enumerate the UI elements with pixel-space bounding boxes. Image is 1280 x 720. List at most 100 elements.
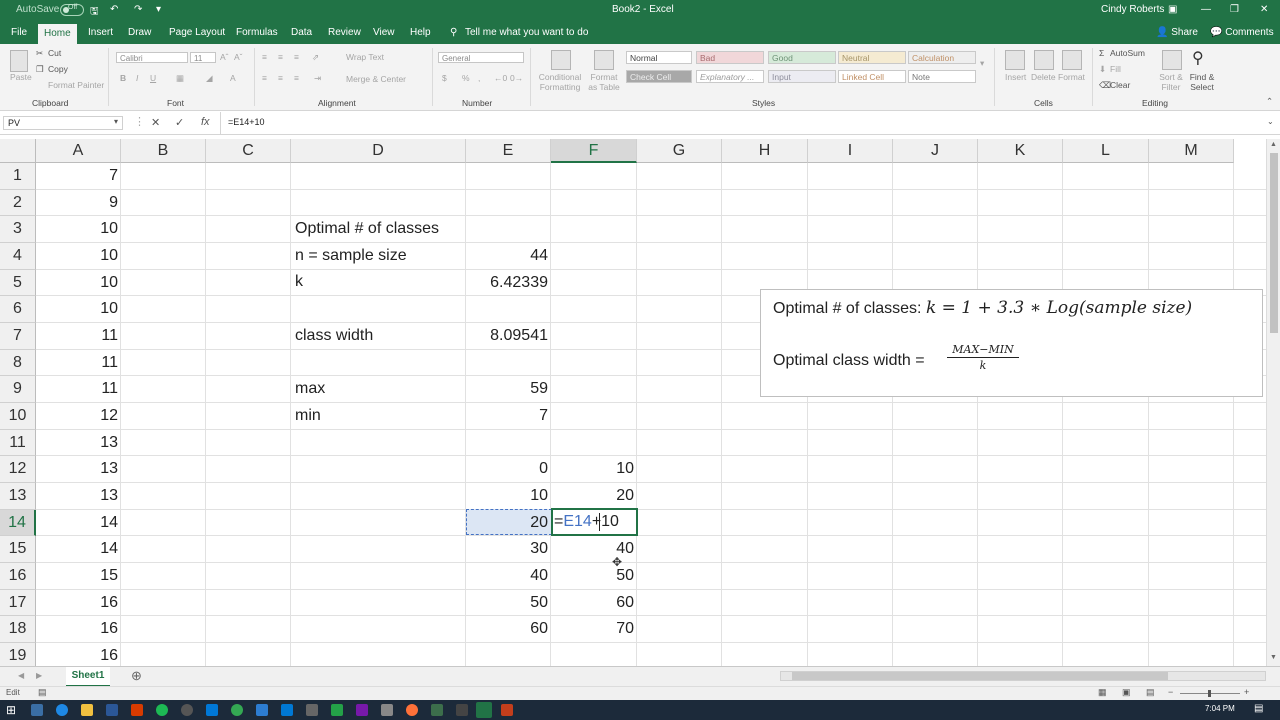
sort-filter-button[interactable]: Sort & Filter — [1156, 72, 1186, 92]
clear-button[interactable]: Clear — [1110, 80, 1130, 90]
format-as-table-button[interactable]: Format as Table — [586, 72, 622, 92]
cell-a2[interactable]: 9 — [36, 190, 118, 216]
number-format-box[interactable]: General — [438, 52, 524, 63]
wrap-text-button[interactable]: Wrap Text — [346, 52, 384, 62]
align-right-icon[interactable]: ≡ — [294, 73, 299, 83]
task-view-icon[interactable] — [31, 704, 43, 716]
comma-icon[interactable]: , — [478, 73, 480, 83]
row-header-10[interactable]: 10 — [0, 403, 36, 430]
column-header-h[interactable]: H — [722, 139, 808, 163]
style-check-cell[interactable]: Check Cell — [626, 70, 692, 83]
share-button[interactable]: 👤 Share — [1156, 22, 1198, 44]
name-box-dropdown-icon[interactable]: ▾ — [114, 117, 118, 126]
next-sheet-icon[interactable]: ▶ — [36, 671, 42, 680]
app-icon-4[interactable] — [306, 704, 318, 716]
cell-a14[interactable]: 14 — [36, 510, 118, 536]
align-bottom-icon[interactable]: ≡ — [294, 52, 299, 62]
align-top-icon[interactable]: ≡ — [262, 52, 267, 62]
find-select-button[interactable]: Find & Select — [1186, 72, 1218, 92]
cell-f14-editor[interactable]: =E14+10 — [554, 509, 619, 535]
collapse-ribbon-icon[interactable]: ⌃ — [1266, 96, 1273, 107]
autosum-icon[interactable]: Σ — [1099, 48, 1104, 58]
tab-review[interactable]: Review — [328, 22, 361, 44]
column-header-e[interactable]: E — [466, 139, 551, 163]
style-input[interactable]: Input — [768, 70, 836, 83]
styles-more-icon[interactable]: ▾ — [980, 58, 984, 69]
format-as-table-icon[interactable] — [594, 50, 614, 70]
row-header-16[interactable]: 16 — [0, 563, 36, 590]
user-name[interactable]: Cindy Roberts — [1101, 4, 1164, 15]
paste-button[interactable]: Paste — [10, 72, 32, 82]
cell-e12[interactable]: 0 — [466, 456, 548, 482]
column-header-b[interactable]: B — [121, 139, 206, 163]
enter-icon[interactable]: ✓ — [175, 116, 184, 129]
increase-decimal-icon[interactable]: ←0 — [494, 73, 507, 83]
cell-e18[interactable]: 60 — [466, 616, 548, 642]
row-header-1[interactable]: 1 — [0, 163, 36, 190]
style-linked-cell[interactable]: Linked Cell — [838, 70, 906, 83]
cell-f12[interactable]: 10 — [551, 456, 634, 482]
cell-a1[interactable]: 7 — [36, 163, 118, 189]
style-bad[interactable]: Bad — [696, 51, 764, 64]
zoom-slider-thumb[interactable] — [1208, 690, 1211, 697]
outlook-icon[interactable] — [281, 704, 293, 716]
sort-filter-icon[interactable] — [1162, 50, 1182, 70]
underline-icon[interactable]: U — [150, 73, 156, 83]
percent-icon[interactable]: % — [462, 73, 470, 83]
cell-a10[interactable]: 12 — [36, 403, 118, 429]
zoom-out-icon[interactable]: − — [1168, 687, 1173, 697]
column-header-j[interactable]: J — [893, 139, 978, 163]
row-header-11[interactable]: 11 — [0, 429, 36, 457]
horizontal-scroll-thumb[interactable] — [792, 672, 1168, 680]
delete-cells-button[interactable]: Delete — [1031, 72, 1056, 82]
align-left-icon[interactable]: ≡ — [262, 73, 267, 83]
cell-a19[interactable]: 16 — [36, 643, 118, 666]
cell-a12[interactable]: 13 — [36, 456, 118, 482]
page-break-view-icon[interactable]: ▤ — [1146, 687, 1155, 698]
borders-icon[interactable]: ▦ — [176, 73, 184, 84]
shrink-font-icon[interactable]: Aˇ — [234, 52, 243, 62]
cell-d10[interactable]: min — [295, 403, 321, 429]
paste-icon[interactable] — [10, 50, 28, 72]
insert-function-icon[interactable]: fx — [201, 116, 210, 128]
cell-f13[interactable]: 20 — [551, 483, 634, 509]
tab-view[interactable]: View — [373, 22, 395, 44]
cut-button[interactable]: Cut — [48, 48, 61, 58]
row-header-18[interactable]: 18 — [0, 616, 36, 644]
column-header-k[interactable]: K — [978, 139, 1063, 163]
cell-e7[interactable]: 8.09541 — [466, 323, 548, 349]
row-header-17[interactable]: 17 — [0, 589, 36, 617]
row-header-6[interactable]: 6 — [0, 296, 36, 323]
expand-formula-bar-icon[interactable]: ⌄ — [1267, 117, 1274, 126]
conditional-formatting-button[interactable]: Conditional Formatting — [537, 72, 583, 92]
tab-home[interactable]: Home — [38, 24, 77, 46]
indent-icon[interactable]: ⇥ — [314, 73, 321, 84]
cell-d7[interactable]: class width — [295, 323, 373, 349]
cell-a11[interactable]: 13 — [36, 430, 118, 456]
row-header-19[interactable]: 19 — [0, 643, 36, 666]
search-icon[interactable]: ⚲ — [450, 22, 457, 44]
app-icon-6[interactable] — [456, 704, 468, 716]
formula-input[interactable]: =E14+10 — [228, 117, 265, 127]
cell-a6[interactable]: 10 — [36, 296, 118, 322]
column-header-l[interactable]: L — [1063, 139, 1149, 163]
normal-view-icon[interactable]: ▦ — [1098, 687, 1107, 698]
cell-d3[interactable]: Optimal # of classes — [295, 216, 439, 242]
row-header-15[interactable]: 15 — [0, 536, 36, 564]
style-neutral[interactable]: Neutral — [838, 51, 906, 64]
cell-a7[interactable]: 11 — [36, 323, 118, 349]
spotify-icon[interactable] — [156, 704, 168, 716]
currency-icon[interactable]: $ — [442, 73, 447, 83]
cell-a16[interactable]: 15 — [36, 563, 118, 589]
copy-button[interactable]: Copy — [48, 64, 68, 74]
font-name-box[interactable]: Calibri — [116, 52, 188, 63]
cut-icon[interactable]: ✂ — [36, 48, 43, 59]
cell-e17[interactable]: 50 — [466, 590, 548, 616]
column-header-d[interactable]: D — [291, 139, 466, 163]
prev-sheet-icon[interactable]: ◀ — [18, 671, 24, 680]
accessibility-icon[interactable]: ▤ — [38, 687, 47, 698]
fill-color-icon[interactable]: ◢ — [206, 73, 213, 84]
format-painter-button[interactable]: Format Painter — [48, 80, 104, 90]
column-header-f[interactable]: F — [551, 139, 637, 163]
cell-d9[interactable]: max — [295, 376, 325, 402]
